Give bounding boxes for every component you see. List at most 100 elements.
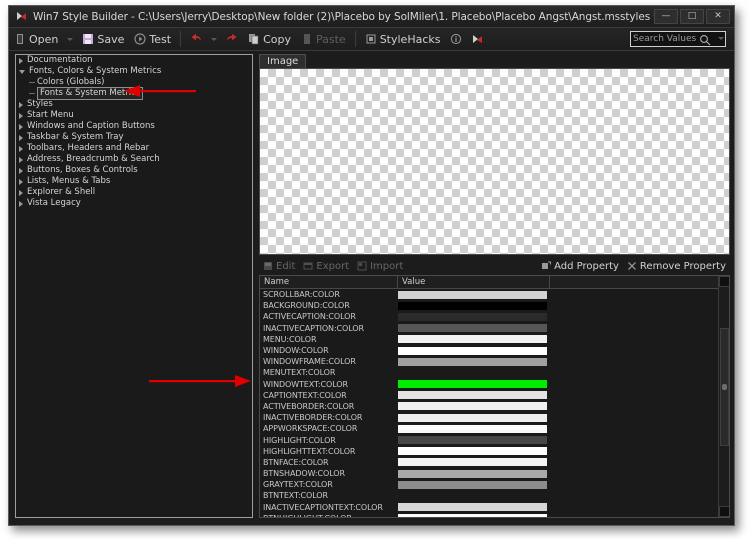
color-swatch[interactable] — [398, 413, 547, 422]
property-row[interactable]: BTNTEXT:COLOR — [260, 490, 729, 501]
remove-property-button[interactable]: Remove Property — [623, 261, 730, 272]
chevron-right-icon[interactable] — [19, 156, 23, 163]
tree-item-lists-menus-tabs[interactable]: Lists, Menus & Tabs — [16, 176, 252, 187]
column-header-name[interactable]: Name — [260, 276, 398, 288]
property-row[interactable]: BTNSHADOW:COLOR — [260, 468, 729, 479]
property-row[interactable]: HIGHLIGHTTEXT:COLOR — [260, 446, 729, 457]
color-swatch[interactable] — [398, 469, 547, 478]
tree-item-toolbars-headers-and-rebar[interactable]: Toolbars, Headers and Rebar — [16, 143, 252, 154]
color-swatch[interactable] — [398, 324, 547, 333]
save-button[interactable]: Save — [77, 29, 129, 49]
tree-item-taskbar-system-tray[interactable]: Taskbar & System Tray — [16, 132, 252, 143]
property-value-cell[interactable] — [398, 357, 550, 366]
property-row[interactable]: BACKGROUND:COLOR — [260, 300, 729, 311]
property-row[interactable]: WINDOW:COLOR — [260, 345, 729, 356]
export-button[interactable]: Export — [299, 261, 353, 272]
tree-item-explorer-shell[interactable]: Explorer & Shell — [16, 187, 252, 198]
property-row[interactable]: GRAYTEXT:COLOR — [260, 479, 729, 490]
navigation-tree-panel[interactable]: Documentation Fonts, Colors & System Metr… — [15, 54, 253, 518]
property-value-cell[interactable] — [398, 301, 550, 310]
test-button[interactable]: Test — [129, 29, 176, 49]
undo-button[interactable] — [185, 29, 207, 49]
property-row[interactable]: INACTIVEBORDER:COLOR — [260, 412, 729, 423]
property-row[interactable]: APPWORKSPACE:COLOR — [260, 423, 729, 434]
color-swatch[interactable] — [398, 402, 547, 411]
property-row[interactable]: WINDOWFRAME:COLOR — [260, 356, 729, 367]
property-value-cell[interactable] — [398, 402, 550, 411]
maximize-button[interactable]: □ — [680, 9, 704, 24]
color-swatch[interactable] — [398, 503, 547, 512]
color-swatch[interactable] — [398, 424, 547, 433]
image-preview-canvas[interactable] — [259, 68, 730, 255]
color-swatch[interactable] — [398, 290, 547, 299]
chevron-right-icon[interactable] — [19, 112, 23, 119]
property-value-cell[interactable] — [398, 514, 550, 517]
minimize-button[interactable]: — — [654, 9, 678, 24]
property-value-cell[interactable] — [398, 447, 550, 456]
property-row[interactable]: SCROLLBAR:COLOR — [260, 289, 729, 300]
about-button[interactable] — [445, 29, 467, 49]
property-grid[interactable]: Name Value SCROLLBAR:COLOR BACKGROUND:COL… — [259, 275, 730, 518]
color-swatch[interactable] — [398, 357, 547, 366]
property-row[interactable]: ACTIVECAPTION:COLOR — [260, 311, 729, 322]
color-swatch[interactable] — [398, 514, 547, 517]
property-row[interactable]: BTNHIGHLIGHT:COLOR — [260, 513, 729, 517]
tab-image[interactable]: Image — [259, 54, 307, 68]
color-swatch[interactable] — [398, 312, 547, 321]
color-swatch[interactable] — [398, 346, 547, 355]
property-value-cell[interactable] — [398, 324, 550, 333]
color-swatch[interactable] — [398, 480, 547, 489]
property-row[interactable]: CAPTIONTEXT:COLOR — [260, 390, 729, 401]
edit-button[interactable]: Edit — [259, 261, 299, 272]
color-swatch[interactable] — [398, 301, 547, 310]
color-swatch[interactable] — [398, 335, 547, 344]
chevron-right-icon[interactable] — [19, 200, 23, 207]
open-button[interactable]: Open — [9, 29, 63, 49]
property-value-cell[interactable] — [398, 290, 550, 299]
scroll-down-button[interactable] — [719, 506, 729, 517]
chevron-down-icon[interactable] — [19, 69, 25, 74]
property-row[interactable]: WINDOWTEXT:COLOR — [260, 379, 729, 390]
undo-dropdown-icon[interactable] — [211, 37, 218, 41]
tree-item-vista-legacy[interactable]: Vista Legacy — [16, 198, 252, 209]
color-swatch[interactable] — [398, 436, 547, 445]
color-swatch[interactable] — [398, 380, 547, 389]
open-dropdown-icon[interactable] — [67, 37, 74, 41]
property-value-cell[interactable] — [398, 391, 550, 400]
property-value-cell[interactable] — [398, 480, 550, 489]
property-row[interactable]: BTNFACE:COLOR — [260, 457, 729, 468]
property-value-cell[interactable] — [398, 503, 550, 512]
column-header-value[interactable]: Value — [398, 276, 550, 288]
add-property-button[interactable]: Add Property — [537, 261, 623, 272]
property-value-cell[interactable] — [398, 436, 550, 445]
brand-logo-button[interactable] — [467, 29, 489, 49]
property-value-cell[interactable] — [398, 458, 550, 467]
property-row[interactable]: MENUTEXT:COLOR — [260, 367, 729, 378]
property-row[interactable]: HIGHLIGHT:COLOR — [260, 434, 729, 445]
chevron-right-icon[interactable] — [19, 178, 23, 185]
chevron-right-icon[interactable] — [19, 189, 23, 196]
copy-button[interactable]: Copy — [243, 29, 296, 49]
property-row[interactable]: MENU:COLOR — [260, 334, 729, 345]
scroll-up-button[interactable] — [719, 276, 729, 287]
property-value-cell[interactable] — [398, 469, 550, 478]
property-row[interactable]: ACTIVEBORDER:COLOR — [260, 401, 729, 412]
chevron-right-icon[interactable] — [19, 101, 23, 108]
chevron-right-icon[interactable] — [19, 134, 23, 141]
property-value-cell[interactable] — [398, 413, 550, 422]
property-value-cell[interactable] — [398, 346, 550, 355]
chevron-right-icon[interactable] — [19, 145, 23, 152]
tree-item-fonts-colors-system-metrics[interactable]: Fonts, Colors & System Metrics — [16, 66, 252, 77]
chevron-right-icon[interactable] — [19, 167, 23, 174]
property-value-cell[interactable] — [398, 312, 550, 321]
stylehacks-button[interactable]: StyleHacks — [360, 29, 446, 49]
tree-item-buttons-boxes-controls[interactable]: Buttons, Boxes & Controls — [16, 165, 252, 176]
tree-item-start-menu[interactable]: Start Menu — [16, 110, 252, 121]
property-value-cell[interactable] — [398, 335, 550, 344]
tree-item-windows-and-caption-buttons[interactable]: Windows and Caption Buttons — [16, 121, 252, 132]
tree-item-documentation[interactable]: Documentation — [16, 55, 252, 66]
search-icon[interactable] — [698, 32, 712, 46]
color-swatch[interactable] — [398, 447, 547, 456]
search-dropdown-icon[interactable] — [718, 37, 724, 40]
property-row[interactable]: INACTIVECAPTION:COLOR — [260, 323, 729, 334]
